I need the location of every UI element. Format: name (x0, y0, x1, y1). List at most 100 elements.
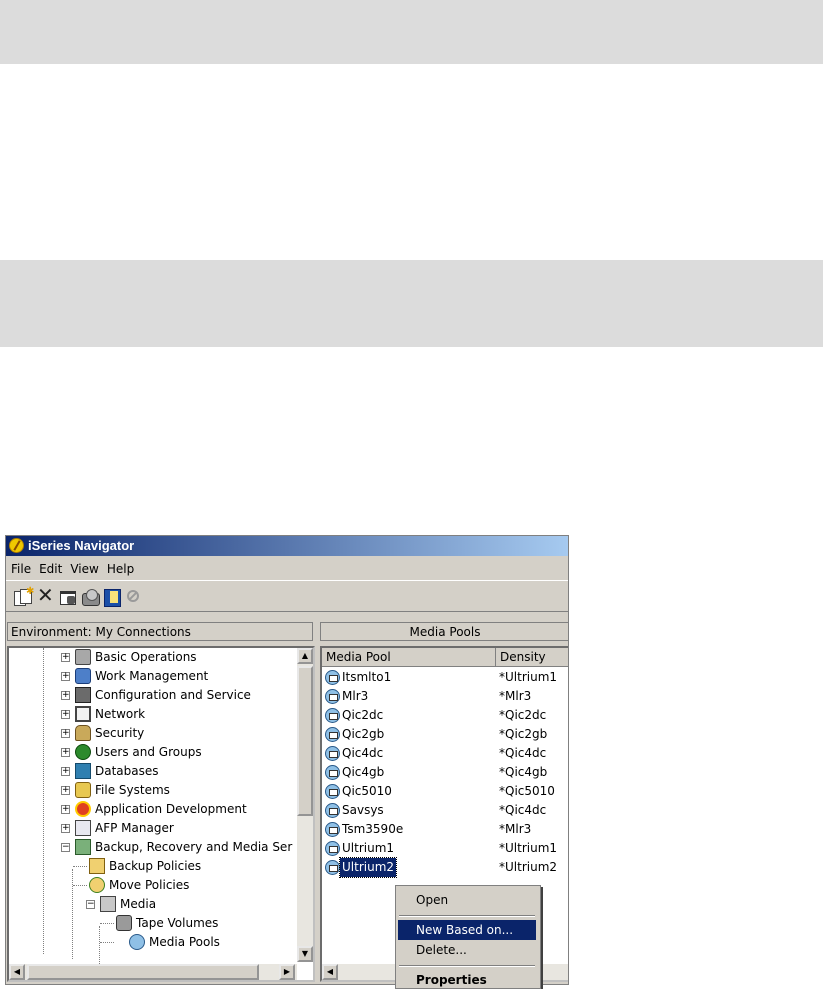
backup-policies-icon (89, 858, 105, 874)
tree-horizontal-scrollbar[interactable]: ◀ ▶ (9, 964, 297, 980)
column-header-media-pool[interactable]: Media Pool (322, 648, 496, 667)
expand-icon[interactable]: + (61, 786, 70, 795)
move-policies-icon (89, 877, 105, 893)
stop-icon[interactable] (127, 590, 139, 602)
list-item[interactable]: Savsys *Qic4dc (322, 801, 568, 820)
basic-operations-icon (75, 649, 91, 665)
list-item[interactable]: Qic2gb *Qic2gb (322, 725, 568, 744)
menu-file[interactable]: File (6, 560, 35, 578)
list-item[interactable]: Qic4dc *Qic4dc (322, 744, 568, 763)
scroll-left-icon[interactable]: ◀ (322, 964, 338, 980)
task-pad-icon[interactable] (104, 589, 122, 607)
list-item[interactable]: Qic5010 *Qic5010 (322, 782, 568, 801)
toolbar: ✱ ✕ (6, 580, 568, 612)
scroll-thumb[interactable] (27, 964, 259, 980)
properties-icon[interactable] (59, 589, 77, 605)
media-pool-icon (325, 670, 340, 685)
tree-item-label: Security (95, 726, 145, 740)
expand-icon[interactable]: + (61, 805, 70, 814)
expand-icon[interactable]: + (61, 729, 70, 738)
network-icon (75, 706, 91, 722)
users-groups-icon (75, 744, 91, 760)
collapse-icon[interactable]: − (61, 843, 70, 852)
tree-guide-line (72, 869, 73, 959)
menu-help[interactable]: Help (103, 560, 138, 578)
expand-icon[interactable]: + (61, 672, 70, 681)
context-menu: Open New Based on... Delete... Propertie… (395, 885, 541, 989)
menu-item-new-based-on[interactable]: New Based on... (398, 920, 536, 940)
column-header-density[interactable]: Density (496, 648, 568, 667)
tree-guide-line (73, 866, 87, 867)
expand-icon[interactable]: + (61, 653, 70, 662)
tree-guide-line (99, 926, 100, 964)
scroll-up-icon[interactable]: ▲ (297, 648, 313, 664)
file-systems-icon (75, 782, 91, 798)
tree-item-label: Users and Groups (95, 745, 202, 759)
media-pool-icon (325, 689, 340, 704)
list-item-selected[interactable]: Ultrium2 *Ultrium2 (322, 857, 568, 878)
menu-item-delete[interactable]: Delete... (398, 940, 536, 960)
new-based-on-icon[interactable]: ✱ (14, 586, 34, 606)
collapse-icon[interactable]: − (86, 900, 95, 909)
tree-item-label: Backup, Recovery and Media Ser (95, 840, 293, 854)
list-item[interactable]: Tsm3590e *Mlr3 (322, 820, 568, 839)
backup-recovery-icon (75, 839, 91, 855)
tree-item-label: Work Management (95, 669, 209, 683)
list-item[interactable]: Qic4gb *Qic4gb (322, 763, 568, 782)
top-gray-band (0, 0, 823, 64)
menu-edit[interactable]: Edit (35, 560, 66, 578)
media-pool-icon (325, 727, 340, 742)
right-pane-header: Media Pools (320, 622, 568, 641)
tree-item-label: File Systems (95, 783, 170, 797)
work-management-icon (75, 668, 91, 684)
menu-item-open[interactable]: Open (398, 890, 536, 910)
scroll-right-icon[interactable]: ▶ (279, 964, 295, 980)
databases-icon (75, 763, 91, 779)
expand-icon[interactable]: + (61, 824, 70, 833)
media-pools-icon (129, 934, 145, 950)
menu-separator (399, 915, 535, 917)
security-icon (75, 725, 91, 741)
afp-manager-icon (75, 820, 91, 836)
tree-vertical-scrollbar[interactable]: ▲ ▼ (297, 648, 313, 962)
list-item[interactable]: Itsmlto1 *Ultrium1 (322, 668, 568, 687)
list-item[interactable]: Mlr3 *Mlr3 (322, 687, 568, 706)
tree-item-label: AFP Manager (95, 821, 174, 835)
tree-guide-line (73, 885, 87, 886)
menu-separator (399, 965, 535, 967)
media-icon (100, 896, 116, 912)
tree-item-label: Databases (95, 764, 159, 778)
expand-icon[interactable]: + (61, 710, 70, 719)
media-pool-icon (325, 784, 340, 799)
menu-view[interactable]: View (66, 560, 102, 578)
iseries-navigator-app-icon (9, 538, 24, 553)
list-item[interactable]: Qic2dc *Qic2dc (322, 706, 568, 725)
media-pool-icon (325, 746, 340, 761)
navigation-tree[interactable]: + Basic Operations + Work Management + C… (7, 646, 315, 982)
tree-item-label: Media (120, 897, 157, 911)
media-pool-icon (325, 765, 340, 780)
scroll-thumb[interactable] (297, 666, 313, 816)
tape-icon[interactable] (82, 589, 100, 606)
list-item[interactable]: Ultrium1 *Ultrium1 (322, 839, 568, 858)
tree-item-label: Basic Operations (95, 650, 197, 664)
tree-item-label: Application Development (95, 802, 247, 816)
tree-guide-line (100, 923, 114, 924)
media-pool-icon (325, 822, 340, 837)
delete-icon[interactable]: ✕ (37, 585, 55, 605)
title-bar[interactable]: iSeries Navigator (6, 536, 568, 556)
middle-gray-band (0, 260, 823, 347)
scroll-left-icon[interactable]: ◀ (9, 964, 25, 980)
media-pool-icon (325, 860, 340, 875)
expand-icon[interactable]: + (61, 767, 70, 776)
media-pool-icon (325, 708, 340, 723)
tree-item-label: Network (95, 707, 146, 721)
menu-bar: File Edit View Help (6, 560, 138, 578)
tree-item-label: Backup Policies (109, 859, 202, 873)
expand-icon[interactable]: + (61, 691, 70, 700)
menu-item-properties[interactable]: Properties (398, 970, 536, 988)
scroll-down-icon[interactable]: ▼ (297, 946, 313, 962)
expand-icon[interactable]: + (61, 748, 70, 757)
tree-guide-line (100, 942, 114, 943)
left-pane-header: Environment: My Connections (7, 622, 313, 641)
